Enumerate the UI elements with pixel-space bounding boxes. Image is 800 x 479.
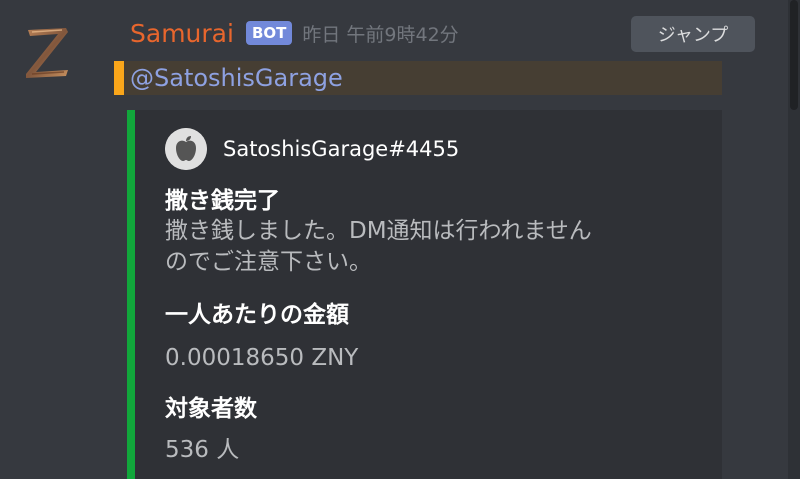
embed-card: SatoshisGarage#4455 撒き銭完了 撒き銭しました。DM通知は行… xyxy=(127,110,722,479)
scrollbar-thumb[interactable] xyxy=(790,0,798,110)
apple-logo-avatar-icon[interactable] xyxy=(165,128,207,170)
embed-field-name: 一人あたりの金額 xyxy=(165,302,349,328)
scrollbar[interactable] xyxy=(788,0,800,479)
embed-field-value: 536 人 xyxy=(165,437,240,463)
bot-avatar-z-icon[interactable] xyxy=(22,20,74,82)
bot-tag: BOT xyxy=(245,21,293,45)
embed-title: 撒き銭完了 xyxy=(165,188,280,214)
embed-description-line: のでご注意下さい。 xyxy=(165,249,372,275)
message-header: Samurai BOT 昨日 午前9時42分 xyxy=(130,16,459,50)
timestamp: 昨日 午前9時42分 xyxy=(302,23,459,46)
embed-description: 撒き銭しました。DM通知は行われません のでご注意下さい。 xyxy=(165,216,725,278)
mention-accent-bar xyxy=(114,61,124,95)
embed-author-name[interactable]: SatoshisGarage#4455 xyxy=(223,137,459,161)
username[interactable]: Samurai xyxy=(130,19,234,48)
embed-author: SatoshisGarage#4455 xyxy=(165,128,459,170)
user-mention[interactable]: @SatoshisGarage xyxy=(130,63,343,93)
mention-highlight: @SatoshisGarage xyxy=(114,61,722,95)
chat-message: Samurai BOT 昨日 午前9時42分 ジャンプ @SatoshisGar… xyxy=(0,0,800,479)
embed-description-line: 撒き銭しました。DM通知は行われません xyxy=(165,218,592,244)
embed-field-value: 0.00018650 ZNY xyxy=(165,345,359,371)
jump-button[interactable]: ジャンプ xyxy=(631,16,755,52)
embed-field-name: 対象者数 xyxy=(165,396,257,422)
